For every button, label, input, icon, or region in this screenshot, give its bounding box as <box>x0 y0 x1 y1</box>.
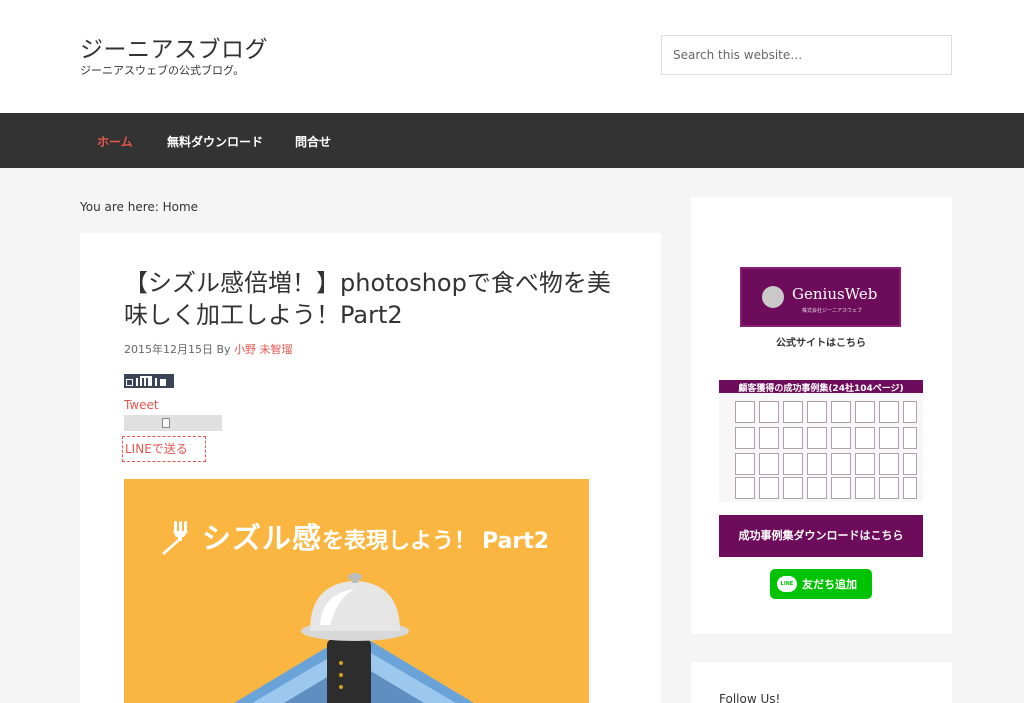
follow-us-title: Follow Us! <box>719 692 781 703</box>
post-by: By <box>216 343 231 356</box>
follow-us-widget: Follow Us! <box>691 662 952 703</box>
cloche-illustration <box>234 573 474 703</box>
site-header: ジーニアスブログ ジーニアスウェブの公式ブログ。 <box>0 0 1024 113</box>
post-title[interactable]: 【シズル感倍増！】photoshopで食べ物を美味しく加工しよう！Part2 <box>124 267 634 331</box>
post-date: 2015年12月15日 <box>124 343 213 356</box>
geniusweb-logo-icon <box>762 286 784 308</box>
hero-text-part: Part2 <box>482 529 550 554</box>
post-author-link[interactable]: 小野 未智瑠 <box>234 343 293 356</box>
sidebar: GeniusWeb 株式会社ジーニアスウェブ 公式サイトはこちら 顧客獲得の成功… <box>691 197 952 634</box>
hero-text-small: を表現しよう！ <box>322 529 477 554</box>
hero-image: シズル感を表現しよう！ Part2 <box>124 479 589 703</box>
search-input[interactable] <box>661 35 952 75</box>
post-meta: 2015年12月15日 By 小野 未智瑠 <box>124 341 293 357</box>
case-study-banner[interactable]: 顧客獲得の成功事例集(24社104ページ) <box>719 380 923 502</box>
line-add-friend-label: 友だち追加 <box>802 578 857 591</box>
nav-item-home[interactable]: ホーム <box>97 133 133 150</box>
breadcrumb: You are here: Home <box>80 200 199 214</box>
hatena-bookmark-icon[interactable] <box>124 374 174 388</box>
broken-image-icon <box>162 418 170 428</box>
line-icon: LINE <box>777 576 797 592</box>
line-share-link[interactable]: LINEで送る <box>122 436 206 462</box>
nav-item-contact[interactable]: 問合せ <box>295 133 331 150</box>
case-study-title: 顧客獲得の成功事例集(24社104ページ) <box>738 384 904 394</box>
geniusweb-name: GeniusWeb <box>792 285 878 303</box>
case-study-thumbnails <box>735 401 919 499</box>
official-site-link[interactable]: 公式サイトはこちら <box>776 334 866 349</box>
main-nav: ホーム 無料ダウンロード 問合せ <box>0 113 1024 168</box>
nav-item-free-download[interactable]: 無料ダウンロード <box>167 133 263 150</box>
post-content: 【シズル感倍増！】photoshopで食べ物を美味しく加工しよう！Part2 2… <box>80 233 661 703</box>
geniusweb-banner[interactable]: GeniusWeb 株式会社ジーニアスウェブ <box>740 267 901 327</box>
line-add-friend-button[interactable]: LINE 友だち追加 <box>770 569 872 599</box>
download-case-study-button[interactable]: 成功事例集ダウンロードはこちら <box>719 515 923 557</box>
site-title[interactable]: ジーニアスブログ <box>80 30 268 64</box>
hero-text-big: シズル感 <box>202 521 323 555</box>
site-description: ジーニアスウェブの公式ブログ。 <box>80 64 245 77</box>
geniusweb-subtitle: 株式会社ジーニアスウェブ <box>802 308 863 314</box>
tweet-link[interactable]: Tweet <box>124 398 159 412</box>
google-plus-button[interactable] <box>124 415 222 431</box>
fork-icon <box>162 521 188 555</box>
hero-text: シズル感を表現しよう！ Part2 <box>202 515 549 557</box>
